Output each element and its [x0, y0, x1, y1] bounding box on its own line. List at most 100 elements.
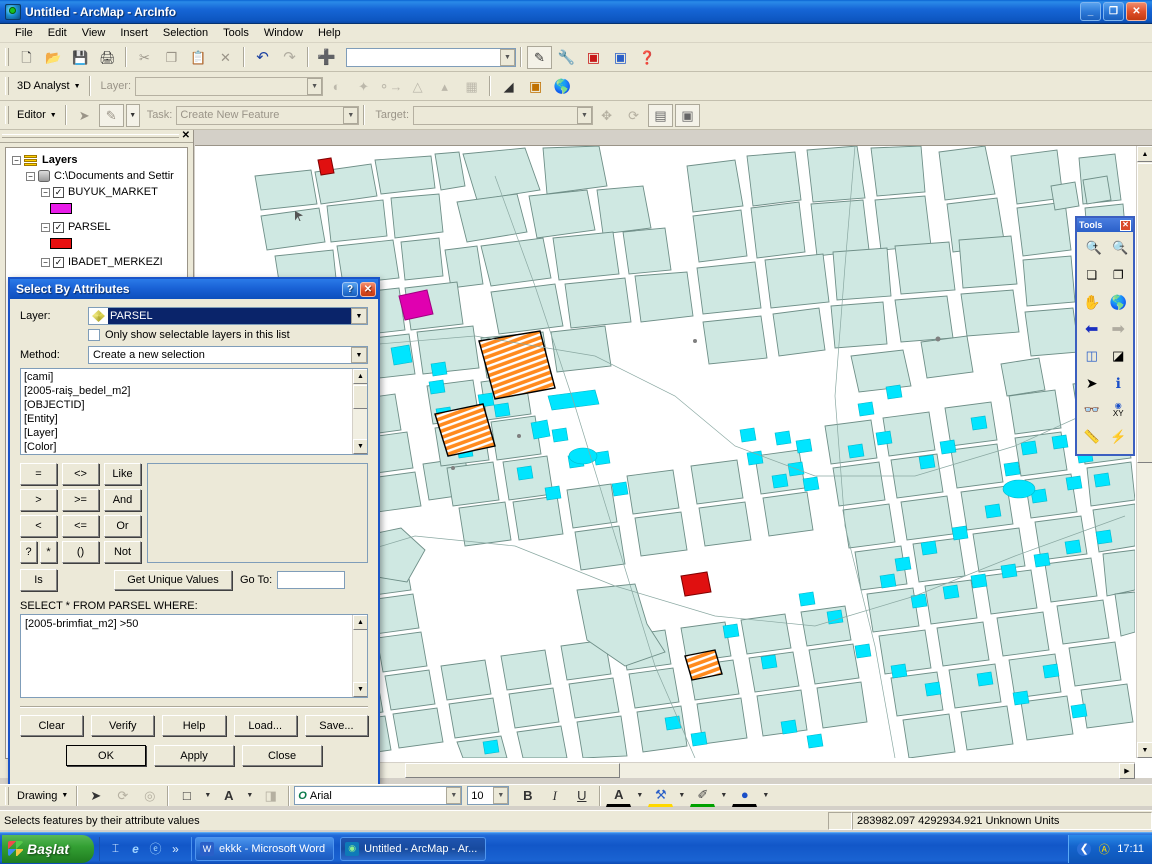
undo-icon[interactable]: ↶	[250, 46, 275, 69]
get-unique-values-button[interactable]: Get Unique Values	[114, 570, 232, 590]
chevron-down-icon[interactable]: ▼	[351, 347, 367, 363]
method-combo[interactable]: Create a new selection ▼	[88, 346, 368, 364]
new-rectangle-icon[interactable]: □	[174, 784, 199, 807]
more-icon[interactable]: »	[168, 841, 183, 856]
chevron-down-icon[interactable]: ▼	[446, 787, 462, 804]
sketch-tool-dropdown-icon[interactable]: ▼	[125, 103, 140, 127]
browser-icon[interactable]: ⓔ	[148, 841, 163, 856]
sketch-tool-icon[interactable]: ✎	[98, 103, 124, 127]
tree-node-parsel[interactable]: − ✓ PARSEL	[8, 219, 185, 235]
scroll-up-button[interactable]: ▲	[353, 615, 367, 630]
print-icon[interactable]: 🖨	[95, 46, 120, 69]
show-help-icon[interactable]: ❓	[635, 46, 660, 69]
show-hidden-icons-icon[interactable]: ❮	[1077, 841, 1092, 856]
vertical-scroll-thumb[interactable]	[1137, 163, 1152, 463]
field-item[interactable]: [OBJECTID]	[24, 398, 364, 412]
op-is-button[interactable]: Is	[20, 569, 57, 591]
interpolate-point-icon[interactable]: △	[405, 75, 430, 98]
op-less-button[interactable]: <	[20, 515, 57, 537]
chevron-down-icon[interactable]: ▼	[493, 787, 509, 804]
taskbar-item-word[interactable]: W ekkk - Microsoft Word	[195, 836, 335, 861]
new-text-dropdown-icon[interactable]: ▼	[243, 784, 256, 807]
op-question-button[interactable]: ?	[20, 541, 37, 563]
layer-visibility-checkbox[interactable]: ✓	[53, 221, 64, 233]
scroll-down-button[interactable]: ▼	[353, 439, 367, 454]
map-scale-combo[interactable]: ▼	[346, 47, 516, 67]
scroll-up-button[interactable]: ▲	[353, 369, 367, 384]
fields-scroll-thumb[interactable]	[353, 385, 367, 409]
op-asterisk-button[interactable]: *	[40, 541, 57, 563]
rotate-element-icon[interactable]: ⟳	[110, 784, 135, 807]
menu-help[interactable]: Help	[311, 25, 348, 41]
apply-button[interactable]: Apply	[154, 745, 234, 766]
field-item[interactable]: [Color]	[24, 440, 364, 454]
redo-icon[interactable]: ↷	[277, 46, 302, 69]
command-line-icon[interactable]: ▣	[581, 46, 606, 69]
find-binoculars-icon[interactable]: 👓	[1079, 397, 1105, 423]
fields-listbox[interactable]: [cami] [2005-raiş_bedel_m2] [OBJECTID] […	[20, 368, 368, 455]
menu-insert[interactable]: Insert	[113, 25, 155, 41]
arctoolbox-icon[interactable]: 🔧	[554, 46, 579, 69]
antivirus-tray-icon[interactable]: Ⓐ	[1097, 842, 1111, 856]
edit-text-icon[interactable]: ◨	[258, 784, 283, 807]
dialog-titlebar[interactable]: Select By Attributes ? ✕	[10, 279, 378, 299]
collapse-icon[interactable]: −	[41, 187, 50, 197]
interpolate-line-icon[interactable]: ▴	[432, 75, 457, 98]
toolbar-grip[interactable]	[3, 47, 10, 67]
go-to-xy-icon[interactable]: ◉ XY	[1106, 397, 1132, 423]
close-dialog-button[interactable]: Close	[242, 745, 322, 766]
field-item[interactable]: [Entity]	[24, 412, 364, 426]
profile-graph-icon[interactable]: ◢	[496, 75, 521, 98]
collapse-icon[interactable]: −	[41, 222, 50, 232]
op-like-button[interactable]: Like	[104, 463, 141, 485]
scroll-up-button[interactable]: ▲	[1137, 146, 1152, 162]
collapse-icon[interactable]: −	[26, 171, 35, 181]
dialog-help-button[interactable]: ?	[342, 281, 358, 297]
open-document-icon[interactable]: 📂	[41, 46, 66, 69]
start-button[interactable]: Başlat	[2, 834, 94, 863]
op-greater-button[interactable]: >	[20, 489, 57, 511]
line-color-icon[interactable]: ✐	[690, 784, 716, 807]
select-features-icon[interactable]: ◫	[1079, 343, 1105, 369]
select-elements-arrow-icon[interactable]: ➤	[83, 784, 108, 807]
zoom-in-icon[interactable]: 🔍 +	[1079, 235, 1105, 261]
edit-tool-arrow-icon[interactable]: ➤	[72, 104, 97, 127]
menu-window[interactable]: Window	[257, 25, 310, 41]
model-window-icon[interactable]: ▣	[608, 46, 633, 69]
pan-icon[interactable]: ✋	[1079, 289, 1105, 315]
add-data-icon[interactable]: ➕	[314, 46, 339, 69]
help-button[interactable]: Help	[162, 715, 226, 736]
field-item[interactable]: [2005-raiş_bedel_m2]	[24, 384, 364, 398]
split-tool-icon[interactable]: ✥	[594, 104, 619, 127]
tools-palette-titlebar[interactable]: Tools ✕	[1077, 218, 1133, 232]
taskbar-item-arcmap[interactable]: ◉ Untitled - ArcMap - Ar...	[340, 836, 487, 861]
cut-icon[interactable]: ✂	[132, 46, 157, 69]
toolbar-grip[interactable]	[3, 105, 10, 125]
ok-button[interactable]: OK	[66, 745, 146, 766]
op-less-equal-button[interactable]: <=	[62, 515, 99, 537]
unique-values-listbox[interactable]	[147, 463, 368, 563]
go-forward-extent-icon[interactable]: ➡	[1106, 316, 1132, 342]
scroll-right-button[interactable]: ▶	[1119, 763, 1135, 779]
fill-color-dropdown-icon[interactable]: ▼	[675, 784, 688, 807]
new-text-icon[interactable]: A	[216, 784, 241, 807]
editor-menu-button[interactable]: Editor ▼	[13, 107, 61, 123]
full-extent-globe-icon[interactable]: 🌎	[1106, 289, 1132, 315]
chevron-down-icon[interactable]: ▼	[307, 77, 323, 95]
toolbar-grip[interactable]	[3, 76, 10, 96]
chevron-down-icon[interactable]: ▼	[577, 106, 593, 124]
only-selectable-row[interactable]: Only show selectable layers in this list	[88, 329, 368, 341]
menu-tools[interactable]: Tools	[216, 25, 256, 41]
dialog-close-button[interactable]: ✕	[360, 281, 376, 297]
new-document-icon[interactable]: 🗋	[14, 46, 39, 69]
show-desktop-icon[interactable]: ⌶	[108, 841, 123, 856]
drawing-menu-button[interactable]: Drawing ▼	[13, 788, 72, 804]
taskbar-clock[interactable]: 17:11	[1117, 843, 1144, 855]
create-tin-icon[interactable]: ▣	[523, 75, 548, 98]
go-back-extent-icon[interactable]: ⬅	[1079, 316, 1105, 342]
layer-visibility-checkbox[interactable]: ✓	[53, 186, 64, 198]
map-vertical-scrollbar[interactable]: ▲ ▼	[1136, 146, 1152, 758]
identify-icon[interactable]: ℹ	[1106, 370, 1132, 396]
maximize-button[interactable]: ❐	[1103, 2, 1124, 21]
chevron-down-icon[interactable]: ▼	[343, 106, 359, 124]
